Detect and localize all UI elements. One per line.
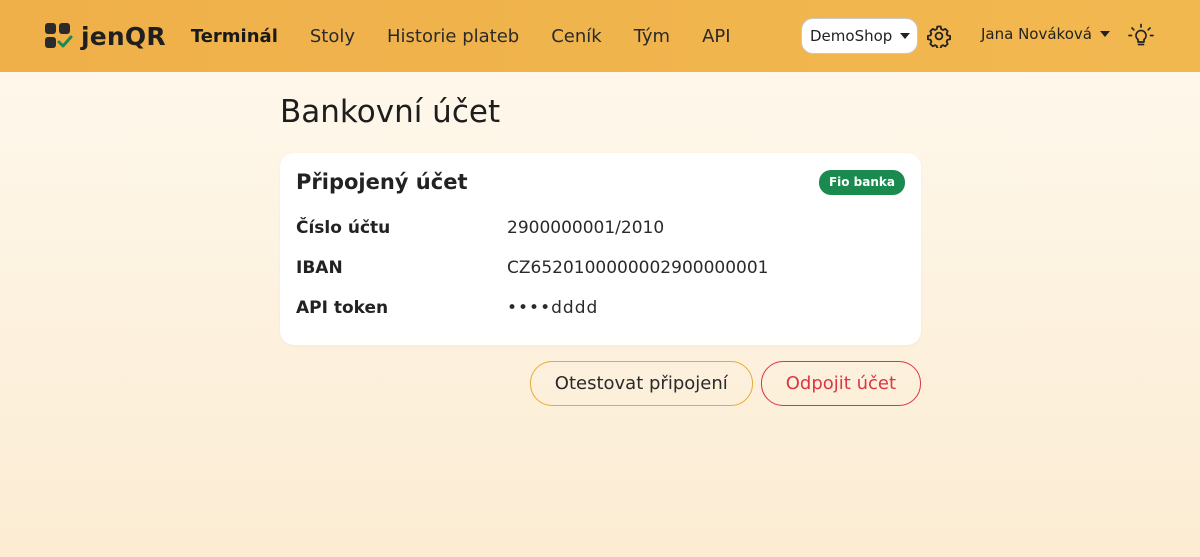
bank-badge: Fio banka bbox=[818, 170, 905, 195]
disconnect-account-button[interactable]: Odpojit účet bbox=[760, 361, 921, 406]
api-token-label: API token bbox=[296, 298, 389, 318]
chevron-down-icon bbox=[900, 33, 911, 39]
brand-logo[interactable]: jenQR bbox=[45, 22, 166, 51]
main-content: Bankovní účet Připojený účet Fio banka Č… bbox=[280, 92, 921, 406]
shop-select[interactable]: DemoShop bbox=[801, 18, 918, 54]
brand-name: jenQR bbox=[81, 21, 166, 51]
iban-row: IBAN CZ6520100000002900000001 bbox=[296, 248, 905, 288]
main-nav: Terminál Stoly Historie plateb Ceník Tým… bbox=[191, 26, 763, 47]
gear-icon[interactable] bbox=[927, 24, 951, 48]
user-name: Jana Nováková bbox=[981, 25, 1092, 43]
top-navbar: jenQR Terminál Stoly Historie plateb Cen… bbox=[0, 0, 1200, 72]
account-number-label: Číslo účtu bbox=[296, 218, 391, 238]
shop-select-value: DemoShop bbox=[810, 27, 893, 45]
lightbulb-icon[interactable] bbox=[1128, 23, 1154, 49]
iban-value: CZ6520100000002900000001 bbox=[507, 258, 769, 278]
nav-item-team[interactable]: Tým bbox=[634, 26, 670, 47]
nav-item-payment-history[interactable]: Historie plateb bbox=[387, 26, 519, 47]
user-menu[interactable]: Jana Nováková bbox=[981, 25, 1110, 43]
account-number-row: Číslo účtu 2900000001/2010 bbox=[296, 208, 905, 248]
account-details: Číslo účtu 2900000001/2010 IBAN CZ652010… bbox=[296, 208, 905, 328]
test-connection-button[interactable]: Otestovat připojení bbox=[529, 361, 753, 406]
account-number-value: 2900000001/2010 bbox=[507, 218, 665, 238]
api-token-value: ••••dddd bbox=[507, 298, 599, 318]
nav-item-pricing[interactable]: Ceník bbox=[551, 26, 601, 47]
api-token-row: API token ••••dddd bbox=[296, 288, 905, 328]
card-actions: Otestovat připojení Odpojit účet bbox=[280, 361, 921, 406]
nav-item-terminal[interactable]: Terminál bbox=[191, 26, 278, 47]
logo-icon bbox=[45, 23, 73, 49]
page-title: Bankovní účet bbox=[280, 94, 501, 130]
connected-account-card: Připojený účet Fio banka Číslo účtu 2900… bbox=[280, 153, 921, 345]
nav-item-api[interactable]: API bbox=[702, 26, 730, 47]
card-title: Připojený účet bbox=[296, 170, 468, 194]
nav-item-tables[interactable]: Stoly bbox=[310, 26, 355, 47]
iban-label: IBAN bbox=[296, 258, 343, 278]
chevron-down-icon bbox=[1099, 31, 1110, 37]
